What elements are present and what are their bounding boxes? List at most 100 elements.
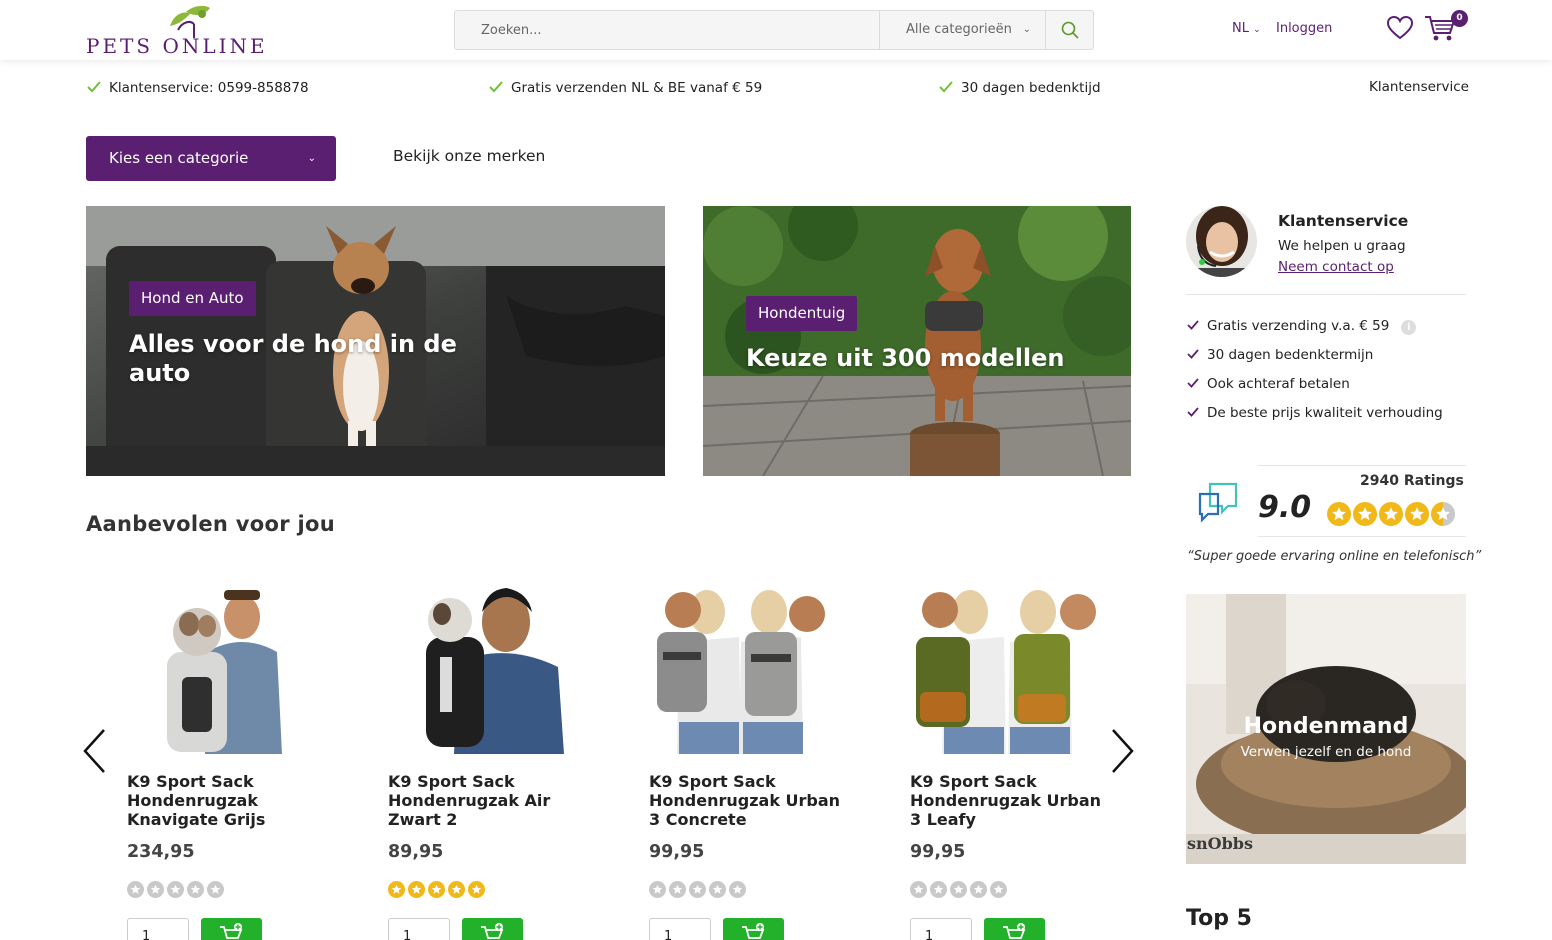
site-header: PETS ONLINE Alle categorieën ⌄ NL ⌄ Inlo… <box>0 0 1552 60</box>
customer-service-link[interactable]: Klantenservice <box>1369 79 1469 95</box>
quantity-input[interactable]: 1 <box>127 918 189 940</box>
top5-title: Top 5 <box>1186 906 1252 931</box>
usp-text: Ook achteraf betalen <box>1207 376 1350 392</box>
review-chat-icon[interactable] <box>1196 480 1242 524</box>
sidebar-usp-item: Gratis verzending v.a. € 59 i <box>1186 318 1417 335</box>
rating-count[interactable]: 2940 Ratings <box>1360 473 1464 489</box>
rating-star-icon <box>910 881 927 898</box>
rating-star-icon <box>147 881 164 898</box>
product-image[interactable] <box>388 582 566 754</box>
rating-star-icon <box>167 881 184 898</box>
search-button[interactable] <box>1045 11 1093 49</box>
usp-item: Gratis verzenden NL & BE vanaf € 59 <box>488 79 762 96</box>
add-to-cart-button[interactable] <box>462 918 523 940</box>
add-to-cart-button[interactable] <box>984 918 1045 940</box>
quantity-value: 1 <box>142 929 151 940</box>
customer-service-title: Klantenservice <box>1278 212 1409 230</box>
search-category-select[interactable]: Alle categorieën ⌄ <box>879 11 1047 49</box>
usp-item: 30 dagen bedenktijd <box>938 79 1101 96</box>
quantity-input[interactable]: 1 <box>388 918 450 940</box>
login-link[interactable]: Inloggen <box>1276 21 1332 36</box>
product-name[interactable]: K9 Sport Sack Hondenrugzak Urban 3 Concr… <box>649 772 849 829</box>
product-image[interactable] <box>910 582 1102 754</box>
wishlist-heart-icon[interactable] <box>1387 16 1413 40</box>
info-icon[interactable]: i <box>1401 320 1417 335</box>
product-image[interactable] <box>649 582 827 754</box>
rating-score: 9.0 <box>1258 490 1312 525</box>
chevron-down-icon: ⌄ <box>1253 25 1261 35</box>
quantity-input[interactable]: 1 <box>910 918 972 940</box>
product-name[interactable]: K9 Sport Sack Hondenrugzak Air Zwart 2 <box>388 772 588 829</box>
divider <box>1186 294 1466 295</box>
product-price: 99,95 <box>910 842 966 862</box>
check-icon <box>1187 378 1199 388</box>
divider <box>1258 465 1466 466</box>
customer-service-subtitle: We helpen u graag <box>1278 238 1406 254</box>
rating-star-icon <box>408 881 425 898</box>
rating-star-icon <box>187 881 204 898</box>
add-to-cart-button[interactable] <box>201 918 262 940</box>
promo-title: Hondenmand <box>1243 714 1409 739</box>
cart-count-badge: 0 <box>1451 10 1468 27</box>
rating-star-icon <box>930 881 947 898</box>
rating-stars <box>1327 502 1455 526</box>
logo-text: PETS ONLINE <box>86 34 268 58</box>
search-category-label: Alle categorieën <box>906 22 1012 37</box>
promo-brand-logo: snObbs <box>1187 834 1253 853</box>
rating-star-icon <box>1353 502 1377 526</box>
rating-star-icon <box>649 881 666 898</box>
add-cart-icon <box>741 923 764 939</box>
divider <box>1258 536 1466 537</box>
search-icon <box>1061 21 1079 39</box>
carousel-prev-arrow-icon[interactable] <box>82 728 108 774</box>
category-dropdown-button[interactable]: Kies een categorie ⌄ <box>86 136 336 181</box>
usp-text: 30 dagen bedenktijd <box>961 80 1101 96</box>
customer-service-avatar <box>1186 206 1257 277</box>
recommended-section-title: Aanbevolen voor jou <box>86 512 335 536</box>
rating-star-icon <box>127 881 144 898</box>
add-to-cart-button[interactable] <box>723 918 784 940</box>
product-rating <box>127 881 224 898</box>
category-button-label: Kies een categorie <box>109 149 249 167</box>
banner-label: Hond en Auto <box>129 281 256 316</box>
language-selector[interactable]: NL ⌄ <box>1232 21 1261 36</box>
banner-dog-in-car[interactable]: Hond en Auto Alles voor de hond in de au… <box>86 206 665 476</box>
product-name[interactable]: K9 Sport Sack Hondenrugzak Knavigate Gri… <box>127 772 327 829</box>
sidebar-usp-item: 30 dagen bedenktermijn <box>1186 347 1373 363</box>
logo[interactable]: PETS ONLINE <box>86 4 278 58</box>
product-image[interactable] <box>127 582 305 754</box>
language-label: NL <box>1232 21 1249 36</box>
product-price: 89,95 <box>388 842 444 862</box>
usp-text: De beste prijs kwaliteit verhouding <box>1207 405 1443 421</box>
quantity-input[interactable]: 1 <box>649 918 711 940</box>
product-price: 99,95 <box>649 842 705 862</box>
rating-star-icon <box>729 881 746 898</box>
search-input[interactable] <box>455 11 879 49</box>
brands-link[interactable]: Bekijk onze merken <box>393 147 545 165</box>
add-cart-icon <box>219 923 242 939</box>
banner-harness[interactable]: Hondentuig Keuze uit 300 modellen <box>703 206 1131 476</box>
rating-star-icon <box>207 881 224 898</box>
check-icon <box>1187 407 1199 417</box>
usp-text: 30 dagen bedenktermijn <box>1207 347 1374 363</box>
product-rating <box>649 881 746 898</box>
banner-label: Hondentuig <box>746 296 858 331</box>
rating-star-icon <box>468 881 485 898</box>
quantity-value: 1 <box>403 929 412 940</box>
product-name[interactable]: K9 Sport Sack Hondenrugzak Urban 3 Leafy <box>910 772 1110 829</box>
add-cart-icon <box>1002 923 1025 939</box>
chevron-down-icon: ⌄ <box>1022 24 1031 35</box>
banner-title: Keuze uit 300 modellen <box>746 344 1065 372</box>
rating-star-icon <box>1431 502 1455 526</box>
contact-link[interactable]: Neem contact op <box>1278 259 1394 275</box>
check-icon <box>1187 349 1199 359</box>
usp-text: Gratis verzending v.a. € 59 <box>1207 318 1390 334</box>
carousel-next-arrow-icon[interactable] <box>1109 728 1135 774</box>
sidebar-usp-item: De beste prijs kwaliteit verhouding <box>1186 405 1443 421</box>
product-rating <box>388 881 485 898</box>
rating-star-icon <box>709 881 726 898</box>
check-icon <box>939 81 953 93</box>
usp-text: Klantenservice: 0599-858878 <box>109 80 309 96</box>
promo-subtitle: Verwen jezelf en de hond <box>1240 744 1412 760</box>
rating-star-icon <box>388 881 405 898</box>
